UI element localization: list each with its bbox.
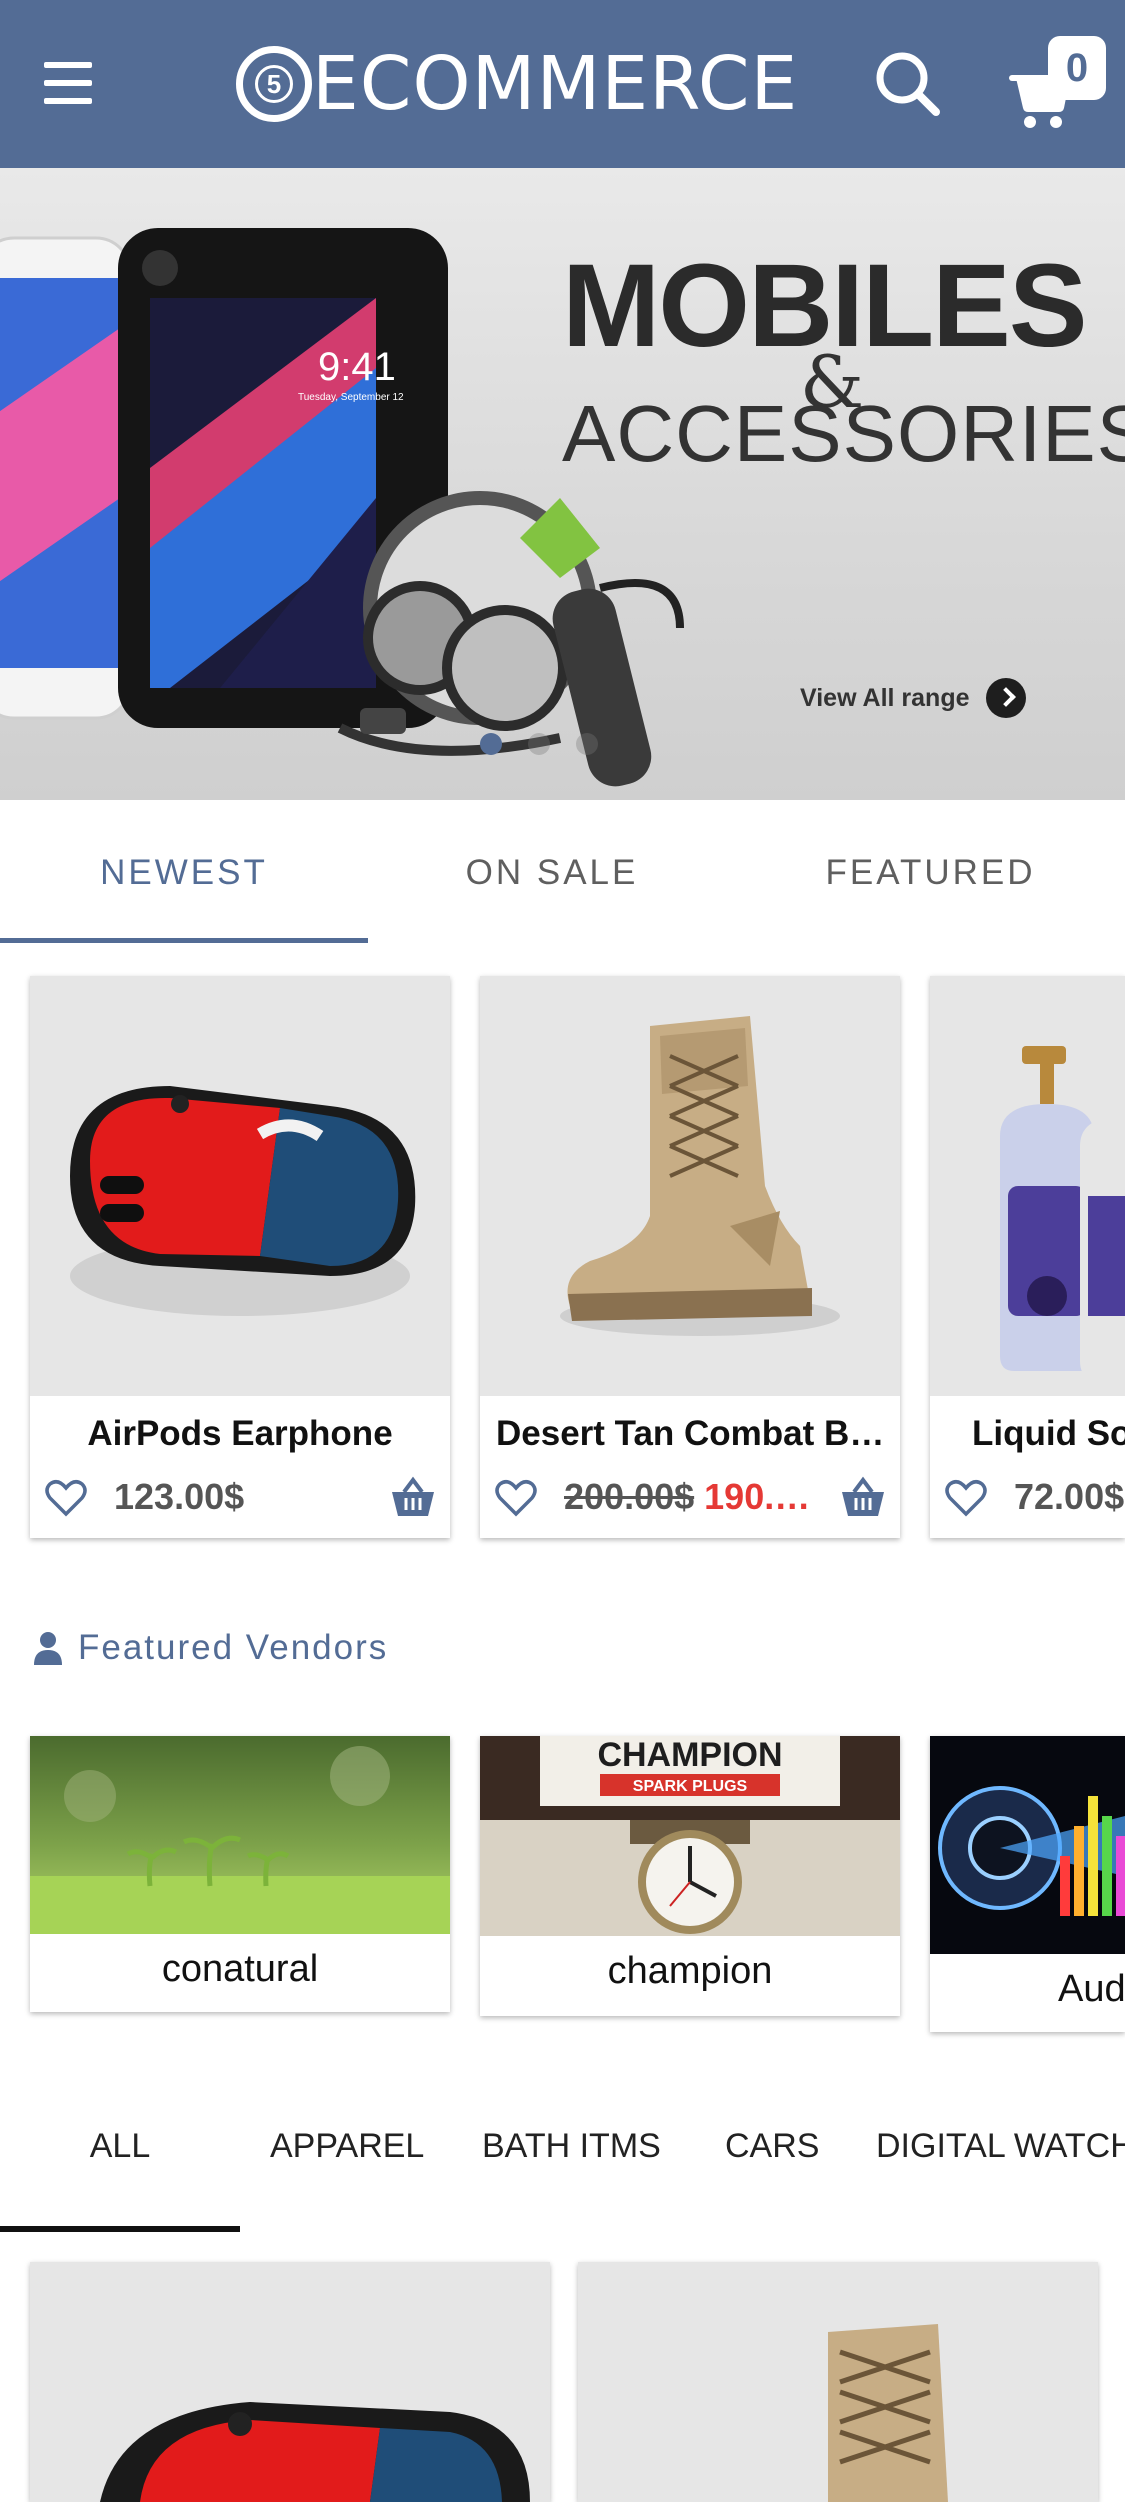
featured-vendors-heading: Featured Vendors [32,1628,388,1668]
vendor-image [30,1736,450,1934]
category-tab-bath-items[interactable]: BATH ITMS [482,2076,661,2216]
carousel-dot-3[interactable] [576,733,598,755]
tab-newest[interactable]: NEWEST [0,800,368,946]
carousel-dot-1[interactable] [480,733,502,755]
basket-icon[interactable] [390,1476,436,1520]
product-name[interactable]: Desert Tan Combat Bo… [496,1414,886,1454]
promo-banner[interactable]: 9:41 Tuesday, September 12 MOBILES & ACC… [0,168,1125,800]
product-sale-price: 190.… [704,1476,811,1517]
heart-icon[interactable] [494,1476,538,1520]
category-tab-apparel[interactable]: APPAREL [270,2076,424,2216]
product-name[interactable]: AirPods Earphone [30,1414,450,1454]
category-tab-cars[interactable]: CARS [725,2076,819,2216]
vendor-image [930,1736,1125,1954]
featured-vendors-title: Featured Vendors [78,1628,389,1667]
tab-featured[interactable]: FEATURED [736,800,1125,946]
vendor-card[interactable]: Aud [930,1736,1125,2032]
active-category-indicator [0,2226,240,2232]
view-all-range-label: View All range [800,683,970,712]
product-old-price: 200.00$ [564,1476,695,1517]
combat-boot-image [828,2324,948,2502]
grid-product-card[interactable] [30,2262,550,2502]
airpods-case-image [100,2402,530,2502]
app-bar: 5 ECOMMERCE 0 [0,0,1125,168]
cart-button[interactable]: 0 [1008,36,1108,136]
phone-time: 9:41 [318,345,396,389]
active-tab-indicator [0,938,368,943]
champion-sign-sub: SPARK PLUGS [633,1778,748,1795]
view-all-range-link[interactable]: View All range [800,678,1026,718]
user-icon [34,1632,62,1665]
product-card[interactable]: AirPods Earphone 123.00$ [30,976,450,1538]
vendor-card[interactable]: CHAMPION SPARK PLUGS champion [480,1736,900,2016]
product-price: 200.00$ 190.… [564,1476,810,1518]
product-card[interactable]: Liquid Soa 72.00$ [930,976,1125,1538]
heart-icon[interactable] [944,1476,988,1520]
vendor-name: conatural [161,1948,319,1990]
carousel-dot-2[interactable] [528,733,550,755]
product-card[interactable]: Desert Tan Combat Bo… 200.00$ 190.… [480,976,900,1538]
brand-badge-icon: 5 [236,46,312,122]
product-price: 72.00$ [1014,1476,1125,1517]
tab-on-sale[interactable]: ON SALE [368,800,736,946]
brand-logo[interactable]: 5 ECOMMERCE [236,44,798,124]
product-image[interactable] [480,976,900,1396]
phone-date: Tuesday, September 12 [298,392,404,403]
product-price: 123.00$ [114,1476,245,1517]
banner-subtitle: ACCESSORIES [562,389,1125,478]
basket-icon[interactable] [840,1476,886,1520]
category-tab-digital-watch[interactable]: DIGITAL WATCH [876,2076,1125,2216]
arrow-right-icon [985,678,1026,718]
vendor-image: CHAMPION SPARK PLUGS [480,1736,900,1936]
vendor-name: Aud [1058,1968,1125,2010]
champion-sign-text: CHAMPION [597,1736,782,1774]
airpods-case-image [70,1086,416,1316]
cart-count-badge: 0 [1048,36,1106,100]
product-tabs: NEWEST ON SALE FEATURED [0,800,1125,946]
product-name[interactable]: Liquid Soa [972,1414,1125,1454]
menu-icon[interactable] [36,52,108,116]
grid-product-card[interactable] [578,2262,1098,2502]
heart-icon[interactable] [44,1476,88,1520]
vendor-card[interactable]: conatural [30,1736,450,2012]
product-image[interactable] [930,976,1125,1396]
vendor-name: champion [607,1950,773,1992]
search-icon[interactable] [868,44,948,124]
product-image[interactable] [30,976,450,1396]
category-tab-all[interactable]: ALL [0,2076,240,2216]
liquid-soap-image [1000,1046,1125,1376]
combat-boot-image [560,1016,840,1336]
brand-name: ECOMMERCE [312,41,799,127]
